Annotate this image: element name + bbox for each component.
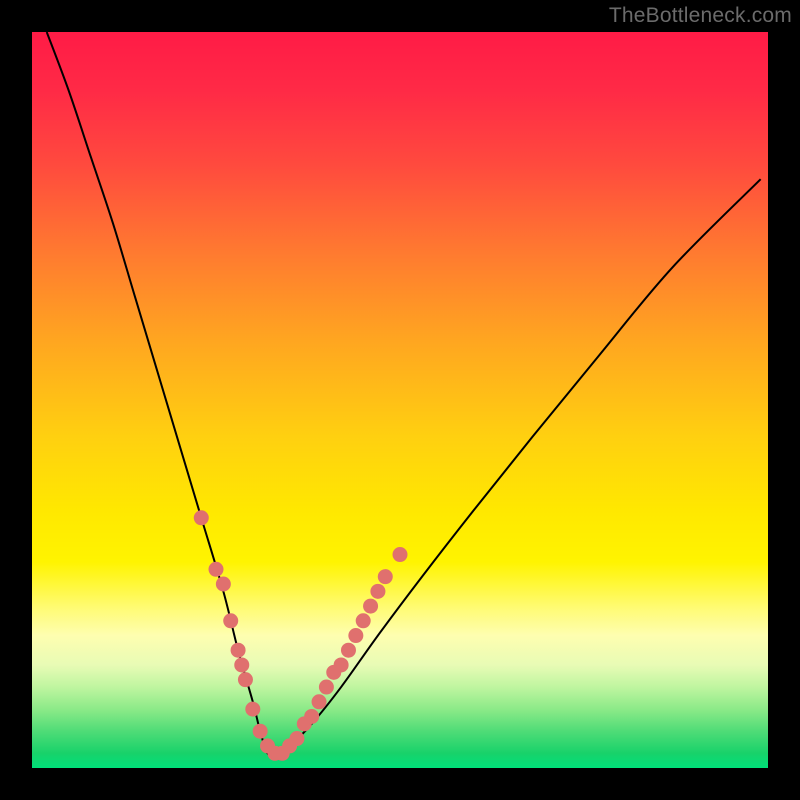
highlight-dot — [216, 577, 231, 592]
highlight-dot — [393, 547, 408, 562]
highlight-dot — [253, 724, 268, 739]
highlight-dot — [304, 709, 319, 724]
highlight-dot — [341, 643, 356, 658]
highlight-dot — [234, 657, 249, 672]
highlight-dot — [334, 657, 349, 672]
highlight-dot — [348, 628, 363, 643]
chart-svg — [32, 32, 768, 768]
highlight-dot — [223, 613, 238, 628]
curve-line — [47, 32, 761, 755]
highlight-dot — [289, 731, 304, 746]
highlight-dot — [194, 510, 209, 525]
watermark-text: TheBottleneck.com — [609, 4, 792, 28]
highlight-dot — [356, 613, 371, 628]
highlight-dots — [194, 510, 408, 761]
highlight-dot — [231, 643, 246, 658]
bottleneck-curve — [47, 32, 761, 755]
highlight-dot — [209, 562, 224, 577]
chart-frame: TheBottleneck.com — [0, 0, 800, 800]
highlight-dot — [238, 672, 253, 687]
plot-area — [32, 32, 768, 768]
highlight-dot — [370, 584, 385, 599]
highlight-dot — [378, 569, 393, 584]
highlight-dot — [319, 680, 334, 695]
highlight-dot — [245, 702, 260, 717]
highlight-dot — [363, 599, 378, 614]
highlight-dot — [312, 694, 327, 709]
